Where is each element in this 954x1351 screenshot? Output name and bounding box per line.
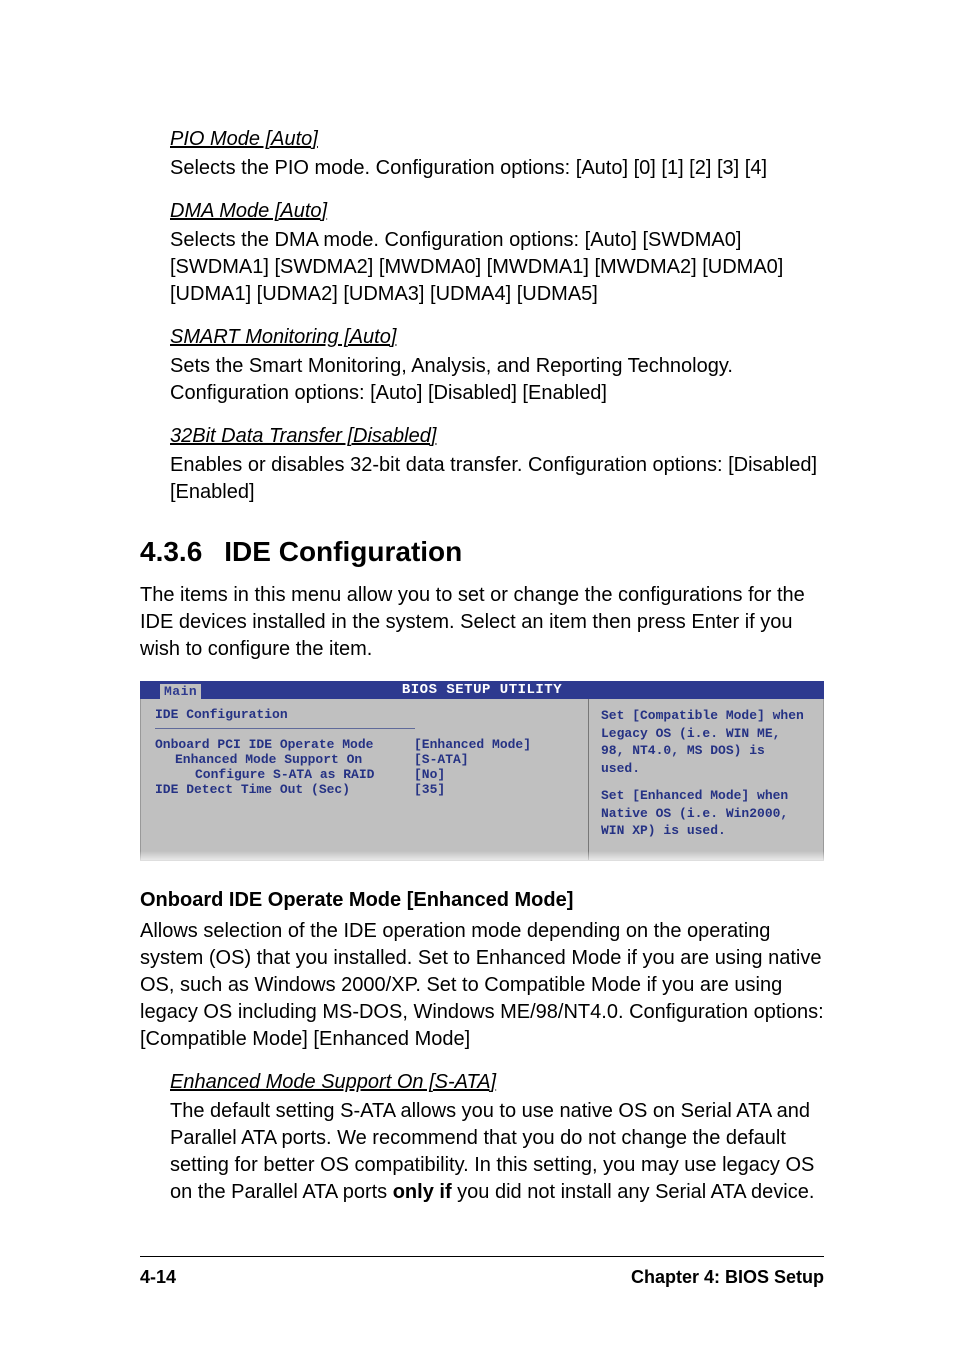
- bios-left-title: IDE Configuration: [155, 707, 574, 722]
- dma-text: Selects the DMA mode. Configuration opti…: [170, 227, 824, 308]
- bios-row-value: [No]: [414, 767, 574, 782]
- bios-left-pane: IDE Configuration Onboard PCI IDE Operat…: [141, 699, 589, 860]
- bios-row: Enhanced Mode Support On [S-ATA]: [155, 752, 574, 767]
- section-number: 4.3.6: [140, 536, 202, 568]
- section-title: 4.3.6 IDE Configuration: [140, 536, 824, 568]
- bios-row-label: Onboard PCI IDE Operate Mode: [155, 737, 414, 752]
- pio-text: Selects the PIO mode. Configuration opti…: [170, 155, 824, 182]
- onboard-text: Allows selection of the IDE operation mo…: [140, 918, 824, 1053]
- bios-tab-main: Main: [160, 684, 201, 699]
- bios-help-pane: Set [Compatible Mode] when Legacy OS (i.…: [589, 699, 823, 860]
- bios-help-p2: Set [Enhanced Mode] when Native OS (i.e.…: [601, 787, 811, 840]
- bios-row: IDE Detect Time Out (Sec) [35]: [155, 782, 574, 797]
- page-number: 4-14: [140, 1267, 176, 1288]
- page-footer: 4-14 Chapter 4: BIOS Setup: [140, 1256, 824, 1288]
- bit32-heading: 32Bit Data Transfer [Disabled]: [170, 425, 824, 448]
- bios-title: BIOS SETUP UTILITY: [402, 682, 562, 698]
- section-intro: The items in this menu allow you to set …: [140, 582, 824, 663]
- bios-screenshot: BIOS SETUP UTILITY Main IDE Configuratio…: [140, 681, 824, 865]
- enhanced-text: The default setting S-ATA allows you to …: [170, 1098, 824, 1206]
- onboard-heading: Onboard IDE Operate Mode [Enhanced Mode]: [140, 889, 824, 912]
- enhanced-heading: Enhanced Mode Support On [S-ATA]: [170, 1071, 824, 1094]
- chapter-label: Chapter 4: BIOS Setup: [631, 1267, 824, 1288]
- smart-heading: SMART Monitoring [Auto]: [170, 326, 824, 349]
- enhanced-bold: only if: [393, 1181, 452, 1203]
- smart-text: Sets the Smart Monitoring, Analysis, and…: [170, 353, 824, 407]
- section-name: IDE Configuration: [224, 536, 462, 567]
- bios-row-value: [35]: [414, 782, 574, 797]
- dma-heading: DMA Mode [Auto]: [170, 200, 824, 223]
- bios-help-p1: Set [Compatible Mode] when Legacy OS (i.…: [601, 707, 811, 777]
- pio-heading: PIO Mode [Auto]: [170, 128, 824, 151]
- bios-row-label: IDE Detect Time Out (Sec): [155, 782, 414, 797]
- bit32-text: Enables or disables 32-bit data transfer…: [170, 452, 824, 506]
- bios-row: Configure S-ATA as RAID [No]: [155, 767, 574, 782]
- bios-titlebar: BIOS SETUP UTILITY Main: [140, 681, 824, 699]
- bios-row-value: [S-ATA]: [414, 752, 574, 767]
- bios-row-label: Configure S-ATA as RAID: [155, 767, 414, 782]
- enhanced-text-after: you did not install any Serial ATA devic…: [452, 1181, 815, 1203]
- bios-row-value: [Enhanced Mode]: [414, 737, 574, 752]
- bios-divider: [155, 728, 415, 729]
- bios-row: Onboard PCI IDE Operate Mode [Enhanced M…: [155, 737, 574, 752]
- bios-row-label: Enhanced Mode Support On: [155, 752, 414, 767]
